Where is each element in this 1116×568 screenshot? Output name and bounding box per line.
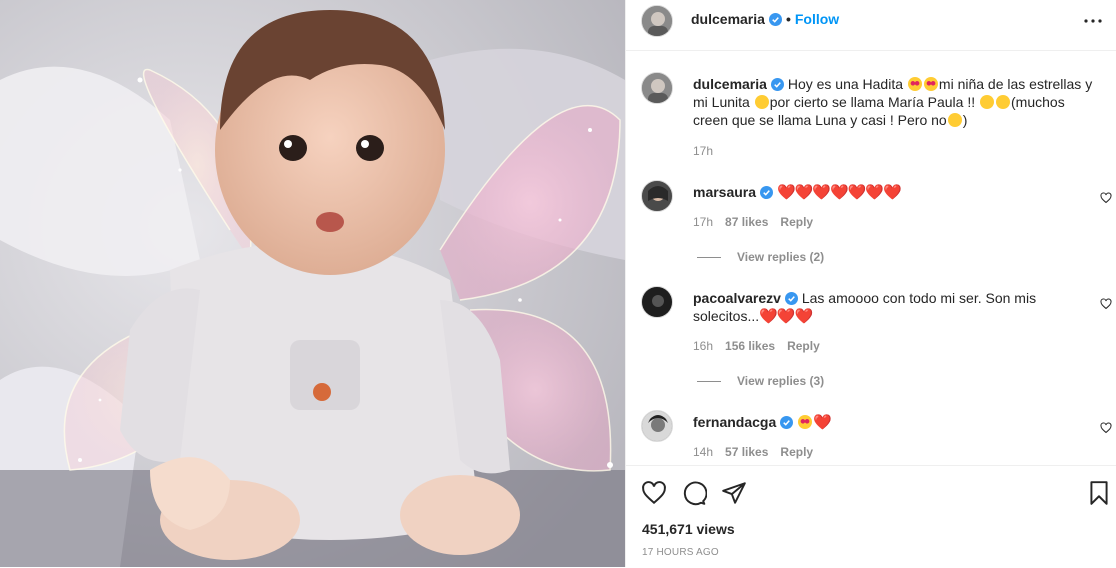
comment-likes[interactable]: 87 likes <box>725 215 768 229</box>
verified-badge-icon <box>760 186 774 199</box>
smile-emoji-icon <box>996 95 1011 109</box>
bookmark-icon[interactable] <box>1086 480 1112 506</box>
more-horizontal-icon[interactable] <box>1081 9 1105 33</box>
replies-divider <box>697 381 721 383</box>
caption-text-part: ) <box>962 112 968 128</box>
replies-divider <box>697 257 721 259</box>
caption-username[interactable]: dulcemaria <box>693 76 767 92</box>
verified-badge-icon <box>784 292 798 305</box>
caption-text-part: por cierto se llama María Paula !! <box>769 94 980 110</box>
comment-meta: 16h 156 likes Reply <box>693 339 832 353</box>
views-count[interactable]: 451,671 views <box>642 521 735 537</box>
comment-time[interactable]: 16h <box>693 339 713 353</box>
separator-dot: • <box>785 11 791 27</box>
comment-username[interactable]: marsaura <box>693 184 756 200</box>
follow-button[interactable]: Follow <box>795 11 839 27</box>
post-photo <box>0 0 625 567</box>
post-media[interactable] <box>0 0 625 567</box>
comment-meta: 17h 87 likes Reply <box>693 215 825 229</box>
header-user-line: dulcemaria • Follow <box>691 11 839 27</box>
comment-meta: 14h 57 likes Reply <box>693 445 825 459</box>
author-username[interactable]: dulcemaria <box>691 11 765 27</box>
heart-eyes-emoji-icon <box>907 77 922 91</box>
heart-outline-icon[interactable] <box>641 480 667 506</box>
comment-hearts: ❤️❤️❤️ <box>759 308 813 325</box>
view-replies-button[interactable]: View replies (2) <box>697 250 824 264</box>
verified-badge-icon <box>780 416 794 429</box>
author-avatar[interactable] <box>641 5 673 37</box>
caption-meta: 17h <box>693 144 725 158</box>
comment-username[interactable]: pacoalvarezv <box>693 290 781 306</box>
comment-hearts: ❤️ <box>813 414 832 431</box>
verified-badge-icon <box>770 78 784 91</box>
comment-text: fernandacga ❤️ <box>693 413 1098 432</box>
comment-time[interactable]: 17h <box>693 215 713 229</box>
comment-username[interactable]: fernandacga <box>693 414 776 430</box>
caption-text: dulcemaria Hoy es una Hadita mi niña de … <box>693 75 1098 129</box>
comment-like-heart-icon[interactable] <box>1100 298 1112 310</box>
comment-likes[interactable]: 57 likes <box>725 445 768 459</box>
post-timestamp[interactable]: 17 HOURS AGO <box>642 547 719 558</box>
comment-avatar[interactable] <box>641 180 673 212</box>
comment-time[interactable]: 14h <box>693 445 713 459</box>
post-details-panel: dulcemaria • Follow dulcemaria Hoy es una … <box>625 0 1116 567</box>
caption-text-part: Hoy es una Hadita <box>787 76 907 92</box>
comment-text: marsaura ❤️❤️❤️❤️❤️❤️❤️ <box>693 183 1098 202</box>
reply-button[interactable]: Reply <box>780 215 813 229</box>
upside-down-emoji-icon <box>947 113 962 127</box>
sweat-smile-emoji-icon <box>980 95 995 109</box>
comment-like-heart-icon[interactable] <box>1100 192 1112 204</box>
view-replies-button[interactable]: View replies (3) <box>697 374 824 388</box>
star-eyes-emoji-icon <box>923 77 938 91</box>
view-replies-label: View replies (2) <box>737 250 825 264</box>
view-replies-label: View replies (3) <box>737 374 825 388</box>
comments-list[interactable]: dulcemaria Hoy es una Hadita mi niña de … <box>626 52 1116 464</box>
comment-text: pacoalvarezv Las amoooo con todo mi ser.… <box>693 289 1098 326</box>
caption-avatar[interactable] <box>641 72 673 104</box>
reply-button[interactable]: Reply <box>787 339 820 353</box>
verified-badge-icon <box>768 13 782 26</box>
comment-likes[interactable]: 156 likes <box>725 339 775 353</box>
comment-avatar[interactable] <box>641 286 673 318</box>
smile-emoji-icon <box>754 95 769 109</box>
heart-eyes-emoji-icon <box>798 415 813 429</box>
comment-bubble-icon[interactable] <box>681 480 707 506</box>
comment-like-heart-icon[interactable] <box>1100 422 1112 434</box>
caption-time[interactable]: 17h <box>693 144 713 158</box>
post-header: dulcemaria • Follow <box>626 0 1116 51</box>
paper-plane-icon[interactable] <box>721 480 747 506</box>
reply-button[interactable]: Reply <box>780 445 813 459</box>
comment-avatar[interactable] <box>641 410 673 442</box>
post-actions-bar: 451,671 views 17 HOURS AGO <box>626 465 1116 568</box>
comment-body: ❤️❤️❤️❤️❤️❤️❤️ <box>776 184 902 201</box>
